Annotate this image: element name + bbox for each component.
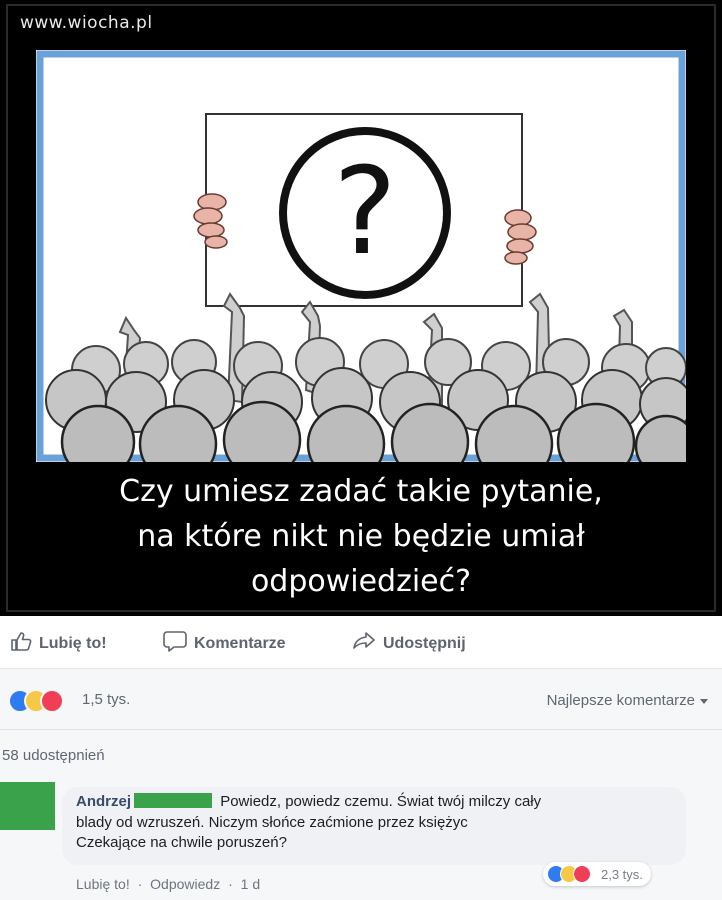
like-button-label: Lubię to!: [39, 634, 107, 652]
comment-timestamp[interactable]: 1 d: [241, 876, 260, 892]
comment-bubble: Andrzej Powiedz, powiedz czemu. Świat tw…: [62, 787, 686, 865]
comment-line: Powiedz, powiedz czemu. Świat twój milcz…: [220, 793, 542, 810]
comment-button[interactable]: Komentarze: [163, 630, 286, 657]
love-reaction-icon: [40, 689, 64, 713]
redaction-bar: [134, 793, 213, 808]
comment-like-link[interactable]: Lubię to!: [76, 876, 130, 892]
comment-button-label: Komentarze: [194, 634, 286, 652]
post-image[interactable]: www.wiocha.pl ? Czy umiesz zadać takie p…: [0, 0, 722, 616]
separator: ·: [228, 876, 233, 892]
comment-bubble-icon: [163, 630, 187, 657]
caption-line: na które nikt nie będzie umiał: [137, 519, 585, 554]
reaction-icons[interactable]: [8, 689, 80, 713]
share-button-label: Udostępnij: [383, 634, 466, 652]
site-watermark: www.wiocha.pl: [20, 13, 153, 33]
reactions-summary: 1,5 tys. Najlepsze komentarze: [0, 669, 722, 730]
comment-text: Andrzej Powiedz, powiedz czemu. Świat tw…: [76, 792, 676, 854]
meme-caption: Czy umiesz zadać takie pytanie, na które…: [0, 469, 722, 604]
cartoon-illustration: ?: [36, 50, 686, 462]
separator: ·: [137, 876, 143, 892]
reaction-count[interactable]: 1,5 tys.: [82, 691, 130, 708]
share-button[interactable]: Udostępnij: [352, 630, 466, 657]
comment-sort-dropdown[interactable]: Najlepsze komentarze: [547, 692, 708, 709]
thumbs-up-icon: [10, 630, 32, 657]
love-reaction-icon: [573, 865, 591, 883]
caption-line: odpowiedzieć?: [250, 564, 472, 599]
comment-reaction-count: 2,3 tys.: [601, 866, 643, 882]
comment-line: Czekające na chwile poruszeń?: [76, 834, 287, 851]
comment-line: blady od wzruszeń. Niczym słońce zaćmion…: [76, 813, 468, 831]
comment-meta: Lubię to! · Odpowiedz · 1 d: [76, 876, 264, 892]
comment-reply-link[interactable]: Odpowiedz: [150, 876, 220, 892]
shares-count[interactable]: 58 udostępnień: [2, 747, 105, 764]
chevron-down-icon: [700, 698, 708, 704]
shares-row: 58 udostępnień: [0, 730, 722, 774]
comment-author[interactable]: Andrzej: [76, 793, 131, 810]
like-button[interactable]: Lubię to!: [10, 630, 107, 657]
question-mark-icon: ?: [333, 143, 397, 282]
comment-reactions[interactable]: 2,3 tys.: [543, 862, 651, 886]
caption-line: Czy umiesz zadać takie pytanie,: [119, 474, 603, 509]
comment-reaction-icons: [547, 865, 597, 883]
avatar[interactable]: [0, 782, 55, 830]
post-action-bar: Lubię to! Komentarze Udostępnij: [0, 616, 722, 669]
comment: Andrzej Powiedz, powiedz czemu. Świat tw…: [0, 774, 722, 900]
share-arrow-icon: [352, 630, 376, 657]
comment-sort-label: Najlepsze komentarze: [546, 692, 695, 709]
